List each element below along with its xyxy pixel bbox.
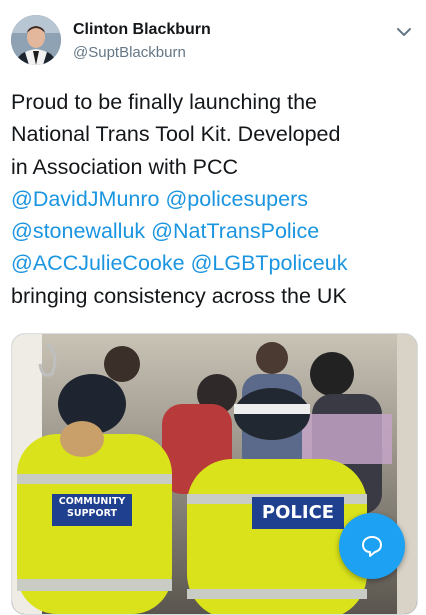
mention-link[interactable]: @LGBTpoliceuk: [191, 251, 348, 275]
tweet-line: bringing consistency across the UK: [11, 280, 416, 312]
tweet-text: Proud to be finally launching the Nationa…: [11, 86, 416, 312]
mention-link[interactable]: @NatTransPolice: [151, 219, 319, 243]
mention-link[interactable]: @stonewalluk: [11, 219, 145, 243]
mention-link[interactable]: @DavidJMunro: [11, 187, 159, 211]
patch-line-1: COMMUNITY: [58, 496, 126, 507]
tweet-line: in Association with PCC: [11, 151, 416, 183]
reply-fab-button[interactable]: [339, 513, 405, 579]
reply-bubble-icon: [362, 536, 382, 557]
chevron-down-icon[interactable]: [393, 21, 415, 43]
tweet-line: National Trans Tool Kit. Developed: [11, 118, 416, 150]
patch-line-2: SUPPORT: [67, 508, 117, 519]
tweet-text-segment: Proud to be finally launching the: [11, 90, 317, 114]
author-name[interactable]: Clinton Blackburn: [73, 21, 211, 39]
police-patch: POLICE: [261, 502, 335, 523]
community-support-patch: COMMUNITY SUPPORT: [52, 496, 132, 520]
avatar[interactable]: [11, 15, 61, 65]
tweet-text-segment: in Association with PCC: [11, 154, 239, 179]
author-handle[interactable]: @SuptBlackburn: [73, 44, 186, 61]
avatar-photo: [11, 15, 61, 65]
tweet-text-segment: National Trans Tool Kit. Developed: [11, 122, 341, 147]
tweet-header: Clinton Blackburn @SuptBlackburn: [0, 0, 426, 80]
mention-link[interactable]: @ACCJulieCooke: [11, 251, 185, 275]
tweet-line: Proud to be finally launching the: [11, 86, 416, 118]
mention-link[interactable]: @policesupers: [165, 187, 308, 211]
tweet-line: @stonewalluk @NatTransPolice: [11, 215, 416, 247]
tweet-line: @DavidJMunro @policesupers: [11, 183, 416, 215]
tweet-line: @ACCJulieCooke @LGBTpoliceuk: [11, 247, 416, 279]
tweet-text-segment: bringing consistency across the UK: [11, 283, 347, 308]
